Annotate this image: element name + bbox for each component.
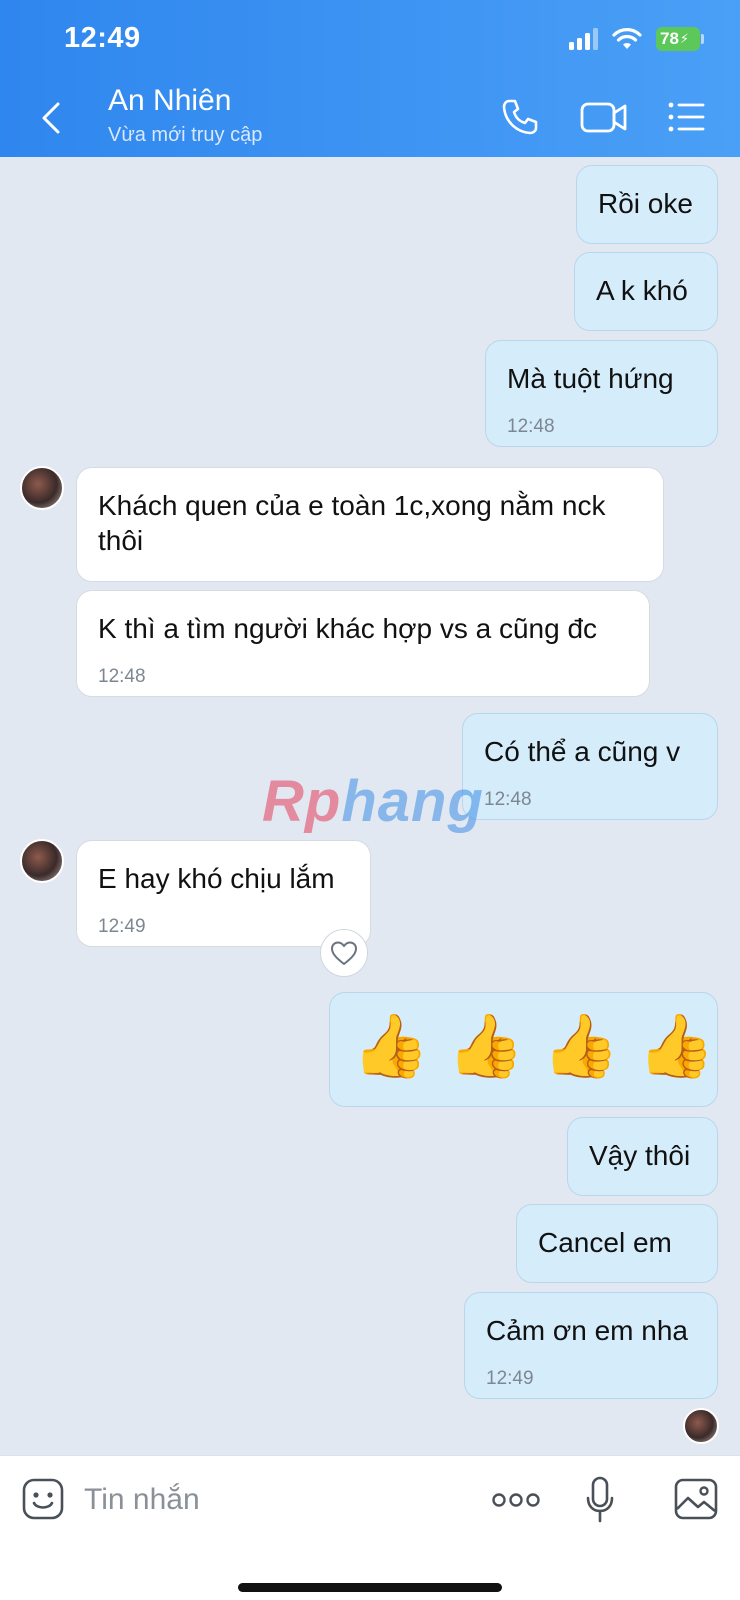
watermark-logo: Rphang — [262, 768, 484, 835]
message-bubble-incoming[interactable]: K thì a tìm người khác hợp vs a cũng đc … — [76, 590, 650, 697]
message-text: E hay khó chịu lắm — [98, 863, 335, 894]
sticker-smiley-icon[interactable] — [22, 1478, 64, 1520]
thumbs-up-emoji: 👍 — [447, 1012, 525, 1081]
message-bubble-outgoing[interactable]: Vậy thôi — [567, 1117, 718, 1196]
message-bubble-emoji[interactable]: 👍 👍 👍 👍 — [329, 992, 718, 1107]
message-time: 12:49 — [486, 1368, 534, 1389]
message-list[interactable]: Rồi oke A k khó Mà tuột hứng 12:48 Khách… — [0, 0, 740, 1455]
message-composer — [0, 1455, 740, 1600]
message-text: A k khó — [596, 275, 688, 306]
watermark-part1: Rp — [262, 769, 342, 834]
message-bubble-outgoing[interactable]: Có thể a cũng v 12:48 — [462, 713, 718, 820]
message-bubble-outgoing[interactable]: Cancel em — [516, 1204, 718, 1283]
message-time: 12:48 — [507, 416, 555, 437]
thumbs-up-emoji: 👍 — [352, 1012, 430, 1081]
heart-icon — [331, 941, 357, 965]
message-text: Cảm ơn em nha — [486, 1315, 689, 1346]
message-time: 12:49 — [98, 916, 146, 937]
message-text: Cancel em — [538, 1227, 672, 1258]
message-text: Có thể a cũng v — [484, 736, 681, 767]
message-text-line2: thôi — [98, 525, 144, 556]
watermark-part2: hang — [341, 769, 484, 834]
image-gallery-icon[interactable] — [674, 1478, 718, 1520]
react-heart-button[interactable] — [320, 929, 368, 977]
microphone-icon[interactable] — [585, 1476, 615, 1524]
home-indicator — [238, 1583, 502, 1592]
message-text: Vậy thôi — [589, 1140, 691, 1171]
message-time: 12:48 — [484, 789, 532, 810]
message-bubble-outgoing[interactable]: Rồi oke — [576, 165, 718, 244]
more-options-icon[interactable] — [492, 1490, 540, 1510]
message-bubble-outgoing[interactable]: Cảm ơn em nha 12:49 — [464, 1292, 718, 1399]
message-input[interactable] — [84, 1478, 464, 1522]
contact-avatar[interactable] — [20, 466, 64, 510]
message-text: Rồi oke — [598, 188, 693, 219]
thumbs-up-emoji: 👍 — [637, 1012, 715, 1081]
message-text: K thì a tìm người khác hợp vs a cũng đc — [98, 613, 598, 644]
contact-avatar[interactable] — [20, 839, 64, 883]
message-text: Khách quen của e toàn 1c,xong nằm nck — [98, 490, 606, 521]
seen-avatar — [683, 1408, 719, 1444]
message-text: Mà tuột hứng — [507, 363, 674, 394]
emoji-row: 👍 👍 👍 👍 — [352, 1011, 715, 1083]
message-time: 12:48 — [98, 666, 146, 687]
thumbs-up-emoji: 👍 — [542, 1012, 620, 1081]
message-bubble-outgoing[interactable]: Mà tuột hứng 12:48 — [485, 340, 718, 447]
message-bubble-incoming[interactable]: Khách quen của e toàn 1c,xong nằm nck th… — [76, 467, 664, 582]
message-bubble-incoming[interactable]: E hay khó chịu lắm 12:49 — [76, 840, 371, 947]
message-bubble-outgoing[interactable]: A k khó — [574, 252, 718, 331]
